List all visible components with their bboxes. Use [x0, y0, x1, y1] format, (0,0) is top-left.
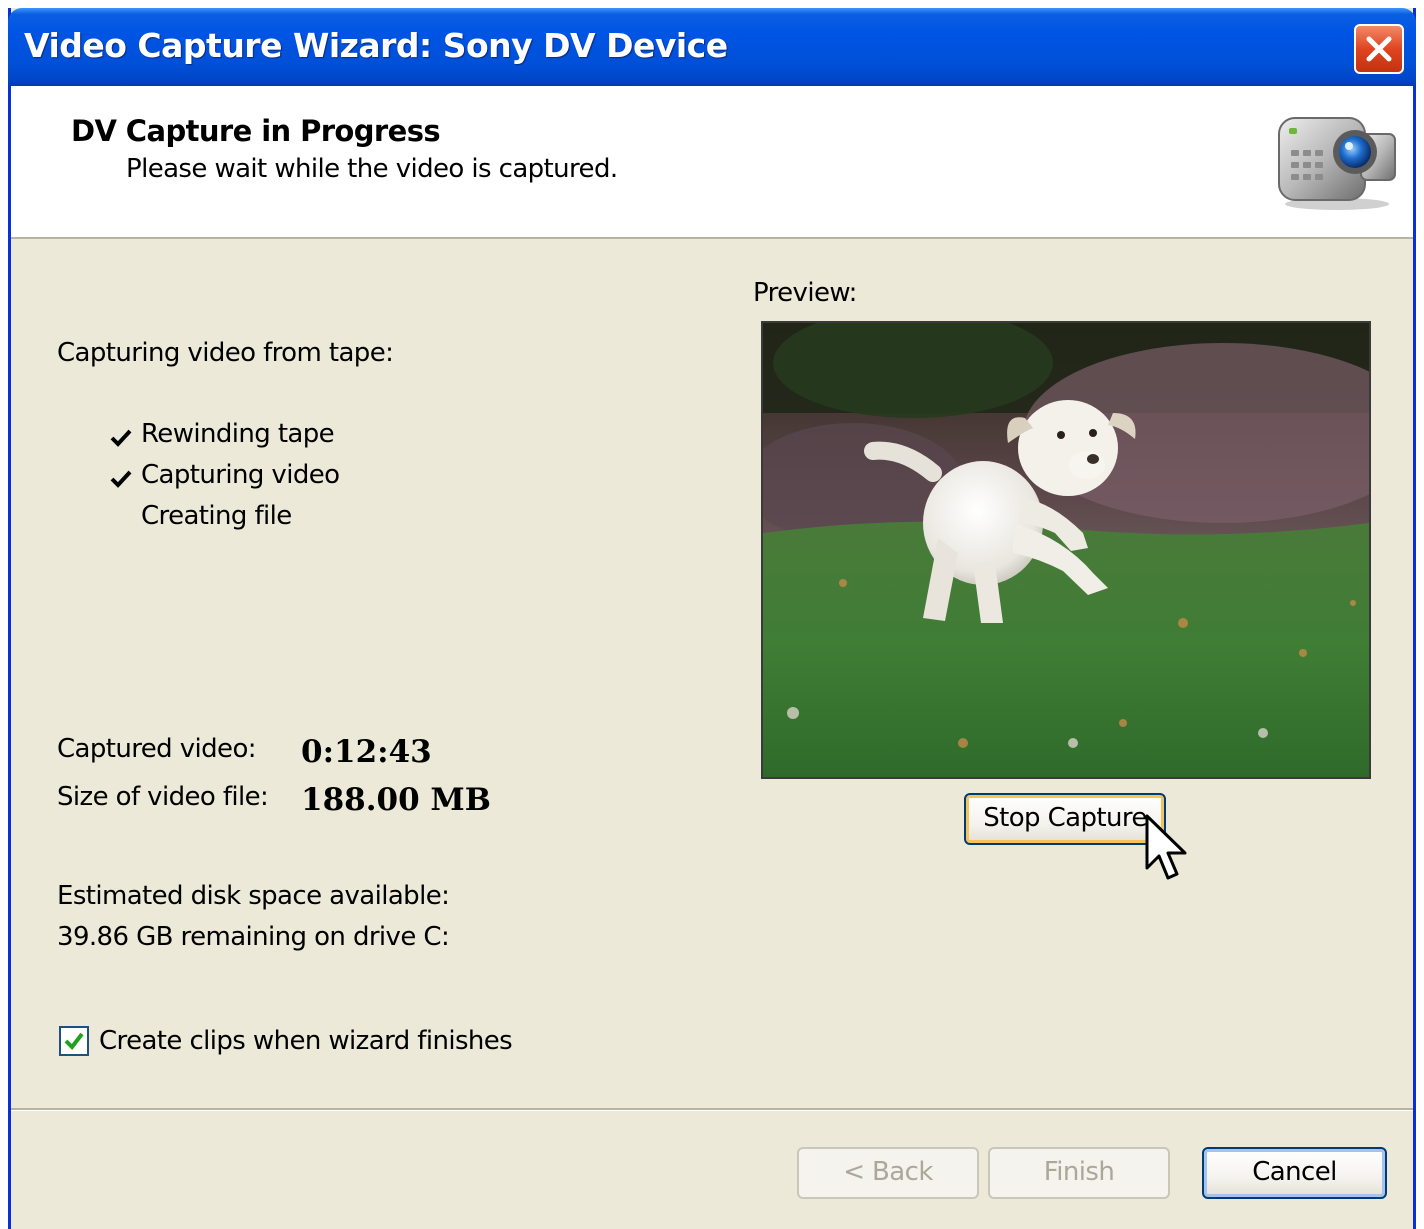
check-icon	[110, 429, 132, 447]
step-capturing: Capturing video	[141, 460, 340, 490]
disk-space-value: 39.86 GB remaining on drive C:	[57, 922, 450, 952]
camcorder-icon	[1278, 117, 1396, 210]
title-bar[interactable]: Video Capture Wizard: Sony DV Device	[8, 8, 1416, 86]
finish-button[interactable]: Finish	[988, 1147, 1170, 1199]
file-size-label: Size of video file:	[57, 782, 269, 812]
wizard-header: DV Capture in Progress Please wait while…	[11, 86, 1413, 239]
close-icon	[1366, 36, 1392, 62]
page-subtitle: Please wait while the video is captured.	[126, 154, 618, 184]
create-clips-checkbox[interactable]	[59, 1026, 89, 1056]
page-title: DV Capture in Progress	[71, 114, 441, 148]
check-icon	[110, 470, 132, 488]
step-rewinding: Rewinding tape	[141, 419, 335, 449]
mouse-cursor-icon	[1145, 814, 1187, 880]
status-heading: Capturing video from tape:	[57, 338, 394, 368]
back-button[interactable]: < Back	[797, 1147, 979, 1199]
stop-capture-button[interactable]: Stop Capture	[964, 793, 1166, 845]
disk-space-label: Estimated disk space available:	[57, 881, 450, 911]
captured-video-value: 0:12:43	[301, 734, 432, 770]
create-clips-label[interactable]: Create clips when wizard finishes	[99, 1026, 513, 1056]
wizard-window: Video Capture Wizard: Sony DV Device DV …	[8, 8, 1416, 1229]
footer-separator	[11, 1108, 1413, 1111]
captured-video-label: Captured video:	[57, 734, 257, 764]
puppy-video-frame	[763, 323, 1369, 777]
step-creating-file: Creating file	[141, 501, 292, 531]
preview-label: Preview:	[753, 278, 857, 308]
cancel-button[interactable]: Cancel	[1202, 1147, 1387, 1199]
checkmark-icon	[64, 1032, 84, 1051]
close-button[interactable]	[1354, 24, 1404, 74]
video-preview	[761, 321, 1371, 779]
file-size-value: 188.00 MB	[301, 782, 491, 818]
window-title: Video Capture Wizard: Sony DV Device	[24, 26, 728, 65]
